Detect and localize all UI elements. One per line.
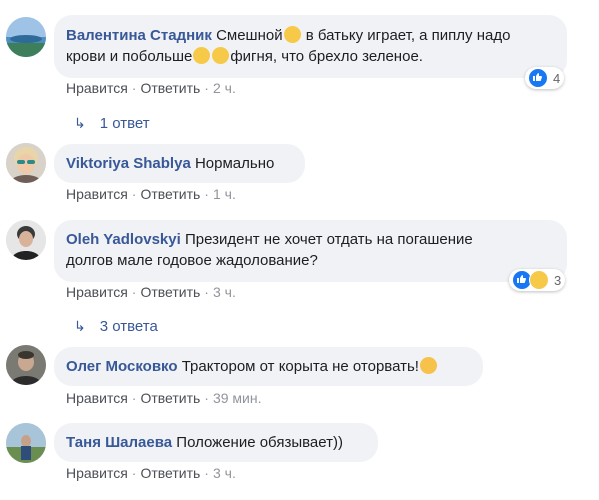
reaction-count: 4 xyxy=(553,70,561,86)
separator-dot: · xyxy=(131,80,137,96)
comment-actions: Нравится · Ответить · 3 ч. xyxy=(66,284,236,300)
separator-dot: · xyxy=(204,465,209,481)
reaction-summary[interactable]: 4 xyxy=(525,67,565,89)
comment-actions: Нравится · Ответить · 2 ч. xyxy=(66,80,236,96)
like-link[interactable]: Нравится xyxy=(66,80,128,96)
separator-dot: · xyxy=(204,390,209,406)
reaction-count: 3 xyxy=(554,272,562,288)
avatar[interactable] xyxy=(6,17,46,57)
avatar-image xyxy=(6,345,46,385)
comment-time[interactable]: 2 ч. xyxy=(213,80,236,96)
comment-author[interactable]: Таня Шалаева xyxy=(66,434,172,451)
replies-label: 3 ответа xyxy=(99,318,158,335)
like-link[interactable]: Нравится xyxy=(66,390,128,406)
comment-actions: Нравится · Ответить · 1 ч. xyxy=(66,186,236,202)
comment-text: в батьку играет, а пиплу надо xyxy=(305,27,511,44)
comment-text: Трактором от корыта не оторвать! xyxy=(181,358,419,375)
avatar-image xyxy=(6,143,46,183)
reply-arrow-icon: ↳ xyxy=(74,318,86,334)
reply-arrow-icon: ↳ xyxy=(74,115,86,131)
separator-dot: · xyxy=(131,186,137,202)
reply-link[interactable]: Ответить xyxy=(140,186,200,202)
avatar[interactable] xyxy=(6,345,46,385)
avatar[interactable] xyxy=(6,423,46,463)
comment-bubble: Oleh Yadlovskyi Президент не хочет отдат… xyxy=(54,220,567,282)
comment-time[interactable]: 39 мин. xyxy=(213,390,262,406)
comment-text: крови и побольше xyxy=(66,48,193,65)
avatar-image xyxy=(6,17,46,57)
separator-dot: · xyxy=(204,80,209,96)
rofl-emoji-icon xyxy=(283,26,301,43)
like-link[interactable]: Нравится xyxy=(66,186,128,202)
comment-bubble: Viktoriya Shablya Нормально xyxy=(54,144,305,183)
like-link[interactable]: Нравится xyxy=(66,465,128,481)
comment-bubble: Олег Московко Трактором от корыта не ото… xyxy=(54,347,483,386)
reply-link[interactable]: Ответить xyxy=(140,80,200,96)
comment-text: Нормально xyxy=(194,155,275,172)
like-icon xyxy=(528,68,548,88)
reply-link[interactable]: Ответить xyxy=(140,390,200,406)
separator-dot: · xyxy=(131,390,137,406)
comment-author[interactable]: Валентина Стадник xyxy=(66,27,212,44)
comment-time[interactable]: 3 ч. xyxy=(213,465,236,481)
separator-dot: · xyxy=(204,284,209,300)
comment-text: Президент не хочет отдать на погашение xyxy=(184,231,473,248)
separator-dot: · xyxy=(204,186,209,202)
replies-label: 1 ответ xyxy=(99,115,150,132)
comment-text: фигня, что брехло зеленое. xyxy=(230,48,423,65)
sad-icon xyxy=(529,270,549,290)
avatar-image xyxy=(6,220,46,260)
separator-dot: · xyxy=(131,465,137,481)
comment-time[interactable]: 3 ч. xyxy=(213,284,236,300)
rofl-emoji-icon xyxy=(212,47,230,64)
comment-author[interactable]: Олег Московко xyxy=(66,358,178,375)
reply-link[interactable]: Ответить xyxy=(140,465,200,481)
view-replies[interactable]: ↳ 1 ответ xyxy=(74,115,150,132)
comment-actions: Нравится · Ответить · 3 ч. xyxy=(66,465,236,481)
like-link[interactable]: Нравится xyxy=(66,284,128,300)
comment-text: Положение обязывает)) xyxy=(176,434,343,451)
comment-text: долгов мале годовое жадолование? xyxy=(66,252,318,269)
avatar-image xyxy=(6,423,46,463)
reply-link[interactable]: Ответить xyxy=(140,284,200,300)
angry-emoji-icon xyxy=(419,357,437,374)
separator-dot: · xyxy=(131,284,137,300)
avatar[interactable] xyxy=(6,143,46,183)
comment-author[interactable]: Viktoriya Shablya xyxy=(66,155,191,172)
reaction-summary[interactable]: 3 xyxy=(509,269,566,291)
comment-text: Смешной xyxy=(216,27,283,44)
comment-author[interactable]: Oleh Yadlovskyi xyxy=(66,231,181,248)
view-replies[interactable]: ↳ 3 ответа xyxy=(74,318,158,335)
comment-time[interactable]: 1 ч. xyxy=(213,186,236,202)
comment-actions: Нравится · Ответить · 39 мин. xyxy=(66,390,262,406)
avatar[interactable] xyxy=(6,220,46,260)
thinking-emoji-icon xyxy=(193,47,211,64)
comment-bubble: Таня Шалаева Положение обязывает)) xyxy=(54,423,378,462)
comment-bubble: Валентина Стадник Смешной в батьку играе… xyxy=(54,15,567,78)
